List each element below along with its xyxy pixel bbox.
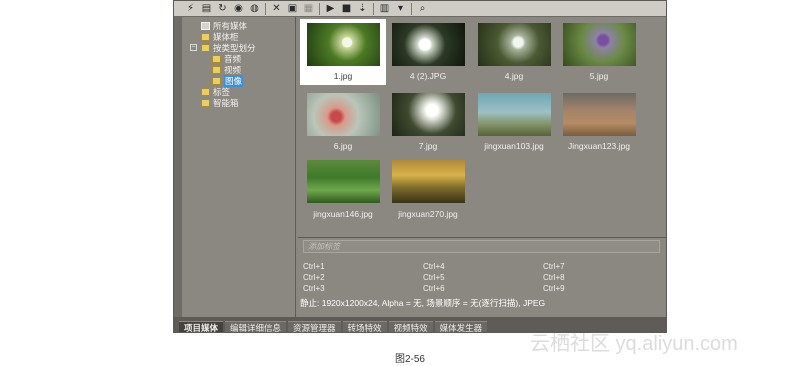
- folder-icon: [212, 65, 221, 74]
- tree-item-label: 智能箱: [213, 97, 239, 108]
- tab-video-fx[interactable]: 视频特效: [388, 321, 433, 332]
- thumbnail-image: [563, 23, 636, 66]
- tree-item-images[interactable]: 图像: [184, 74, 295, 87]
- thumbnail-caption: 5.jpg: [589, 71, 609, 81]
- import-icon[interactable]: ▤: [200, 2, 213, 15]
- thumbnail-item[interactable]: 1.jpg: [300, 19, 386, 85]
- auto-preview-icon[interactable]: ⇣: [356, 2, 369, 15]
- thumbnail-image: [478, 23, 551, 66]
- thumbnail-item[interactable]: 4 (2).JPG: [385, 19, 471, 85]
- thumbnail-image: [392, 23, 465, 66]
- shortcut-label: Ctrl+3: [303, 284, 325, 293]
- folder-icon: [201, 21, 210, 30]
- media-toolbar: ⚡ ▤ ↻ ◉ ◍ ✕ ▣ ▦ ▶ ■ ⇣ ▥ ▾ ⌕: [174, 1, 666, 17]
- shortcut-label: Ctrl+4: [423, 262, 445, 271]
- lightning-icon[interactable]: ⚡: [184, 2, 197, 15]
- folder-icon: [212, 54, 221, 63]
- tree-item-audio[interactable]: 音频: [184, 53, 295, 64]
- thumbnail-caption: jingxuan270.jpg: [398, 209, 458, 219]
- tree-item-by-type[interactable]: − 按类型划分: [184, 42, 295, 53]
- folder-icon: [212, 76, 221, 85]
- watermark: 云栖社区 yq.aliyun.com: [530, 333, 738, 355]
- thumbnail-image: [392, 160, 465, 203]
- properties-icon[interactable]: ▣: [286, 2, 299, 15]
- folder-icon: [201, 32, 210, 41]
- properties2-icon[interactable]: ▦: [302, 2, 315, 15]
- tab-transitions[interactable]: 转场特效: [342, 321, 387, 332]
- thumbnail-image: [307, 23, 380, 66]
- shortcut-label: Ctrl+9: [543, 284, 565, 293]
- zoom-icon[interactable]: ⌕: [416, 2, 429, 15]
- media-thumbnail-grid: 1.jpg 4 (2).JPG 4.jpg 5.jpg 6.jpg 7.jpg …: [298, 17, 666, 237]
- view-dropdown-icon[interactable]: ▾: [394, 2, 407, 15]
- thumbnail-image: [392, 93, 465, 136]
- toolbar-separator: [411, 2, 412, 15]
- thumbnail-item[interactable]: 7.jpg: [385, 89, 471, 155]
- media-bins-tree: 所有媒体 媒体柜 − 按类型划分 音频 视频 图像 标签 智能箱: [184, 17, 296, 317]
- thumbnail-item[interactable]: jingxuan270.jpg: [385, 157, 471, 223]
- thumbnail-caption: Jingxuan123.jpg: [568, 141, 630, 151]
- add-tag-input[interactable]: 添加标签: [303, 240, 660, 253]
- view-icon[interactable]: ▥: [378, 2, 391, 15]
- stop-icon[interactable]: ■: [340, 2, 353, 15]
- shortcut-label: Ctrl+1: [303, 262, 325, 271]
- sync-icon[interactable]: ↻: [216, 2, 229, 15]
- shortcut-label: Ctrl+8: [543, 273, 565, 282]
- shortcut-label: Ctrl+7: [543, 262, 565, 271]
- thumbnail-item[interactable]: 5.jpg: [556, 19, 642, 85]
- shortcut-label: Ctrl+5: [423, 273, 445, 282]
- toolbar-separator: [265, 2, 266, 15]
- shortcut-label: Ctrl+2: [303, 273, 325, 282]
- web-icon[interactable]: ◍: [248, 2, 261, 15]
- delete-icon[interactable]: ✕: [270, 2, 283, 15]
- thumbnail-item[interactable]: jingxuan146.jpg: [300, 157, 386, 223]
- globe-icon[interactable]: ◉: [232, 2, 245, 15]
- thumbnail-image: [307, 160, 380, 203]
- tree-item-media-library[interactable]: 媒体柜: [184, 31, 295, 42]
- thumbnail-item[interactable]: jingxuan103.jpg: [471, 89, 557, 155]
- tree-item-tags[interactable]: 标签: [184, 86, 295, 97]
- tab-edit-details[interactable]: 编辑详细信息: [225, 321, 287, 332]
- toolbar-separator: [373, 2, 374, 15]
- media-status-bar: 静止: 1920x1200x24, Alpha = 无, 场景顺序 = 无(逐行…: [298, 298, 666, 309]
- thumbnail-item[interactable]: 4.jpg: [471, 19, 557, 85]
- tab-media-generators[interactable]: 媒体发生器: [434, 321, 488, 332]
- toolbar-separator: [319, 2, 320, 15]
- folder-icon: [201, 43, 210, 52]
- shortcut-label: Ctrl+6: [423, 284, 445, 293]
- dock-grip[interactable]: [174, 1, 182, 317]
- thumbnail-item[interactable]: Jingxuan123.jpg: [556, 89, 642, 155]
- thumbnail-image: [563, 93, 636, 136]
- thumbnail-image: [307, 93, 380, 136]
- folder-icon: [201, 87, 210, 96]
- thumbnail-item[interactable]: 6.jpg: [300, 89, 386, 155]
- collapse-icon[interactable]: −: [190, 44, 197, 51]
- tab-project-media[interactable]: 项目媒体: [179, 321, 224, 332]
- tree-item-smart-bin[interactable]: 智能箱: [184, 97, 295, 108]
- thumbnail-image: [478, 93, 551, 136]
- folder-icon: [201, 98, 210, 107]
- tree-item-video[interactable]: 视频: [184, 64, 295, 75]
- tab-explorer[interactable]: 资源管理器: [288, 321, 341, 332]
- figure-caption: 图2-56: [394, 354, 425, 365]
- play-icon[interactable]: ▶: [324, 2, 337, 15]
- vegas-project-media-window: ⚡ ▤ ↻ ◉ ◍ ✕ ▣ ▦ ▶ ■ ⇣ ▥ ▾ ⌕ 所有媒体 媒体柜 − 按…: [173, 0, 667, 333]
- tree-item-all-media[interactable]: 所有媒体: [184, 20, 295, 31]
